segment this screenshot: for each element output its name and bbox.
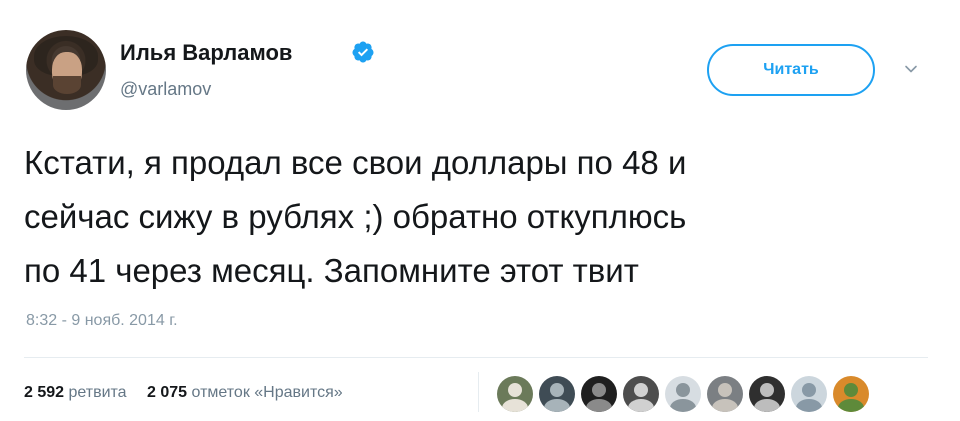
liker-avatar-body [838,399,864,412]
liker-avatar-head [718,383,732,397]
liker-avatar-head [634,383,648,397]
liker-avatar-body [544,399,570,412]
liker-avatar-head [676,383,690,397]
tweet-timestamp[interactable]: 8:32 - 9 нояб. 2014 г. [26,312,178,330]
author-avatar[interactable] [26,30,106,110]
liker-avatar-body [754,399,780,412]
tweet-text-line: по 41 через месяц. Запомните этот твит [24,252,639,289]
liker-avatar[interactable] [665,376,701,412]
liker-avatar-head [802,383,816,397]
liker-avatar[interactable] [749,376,785,412]
liker-avatar-body [712,399,738,412]
divider [24,357,928,358]
avatar-beard [53,76,81,94]
liker-avatar[interactable] [581,376,617,412]
likes-count: 2 075 [147,384,188,401]
follow-button[interactable]: Читать [707,44,875,96]
liker-avatar-head [592,383,606,397]
liker-avatar-head [508,383,522,397]
liker-avatar[interactable] [539,376,575,412]
liker-avatar-body [796,399,822,412]
liker-avatars [497,376,869,412]
chevron-down-icon[interactable] [904,62,918,76]
liker-avatar-body [628,399,654,412]
liker-avatar-body [670,399,696,412]
retweets-label: ретвита [68,384,127,401]
liker-avatar[interactable] [791,376,827,412]
liker-avatar-head [760,383,774,397]
tweet-text: Кстати, я продал все свои доллары по 48 … [24,136,924,298]
divider [478,372,479,412]
verified-badge-icon [352,41,374,63]
liker-avatar[interactable] [623,376,659,412]
retweets-count: 2 592 [24,384,65,401]
tweet-card: Илья Варламов @varlamov Читать Кстати, я… [0,0,960,421]
liker-avatar[interactable] [833,376,869,412]
tweet-stats: 2 592 ретвита 2 075 отметок «Нравится» [24,384,359,402]
liker-avatar[interactable] [497,376,533,412]
liker-avatar-body [586,399,612,412]
retweets-stat[interactable]: 2 592 ретвита [24,384,127,401]
author-name[interactable]: Илья Варламов [120,40,292,66]
tweet-text-line: Кстати, я продал все свои доллары по 48 … [24,144,687,181]
liker-avatar-body [502,399,528,412]
liker-avatar[interactable] [707,376,743,412]
author-handle[interactable]: @varlamov [120,79,211,100]
liker-avatar-head [844,383,858,397]
liker-avatar-head [550,383,564,397]
likes-stat[interactable]: 2 075 отметок «Нравится» [147,384,343,401]
likes-label: отметок «Нравится» [191,384,343,401]
tweet-text-line: сейчас сижу в рублях ;) обратно откуплюс… [24,198,687,235]
